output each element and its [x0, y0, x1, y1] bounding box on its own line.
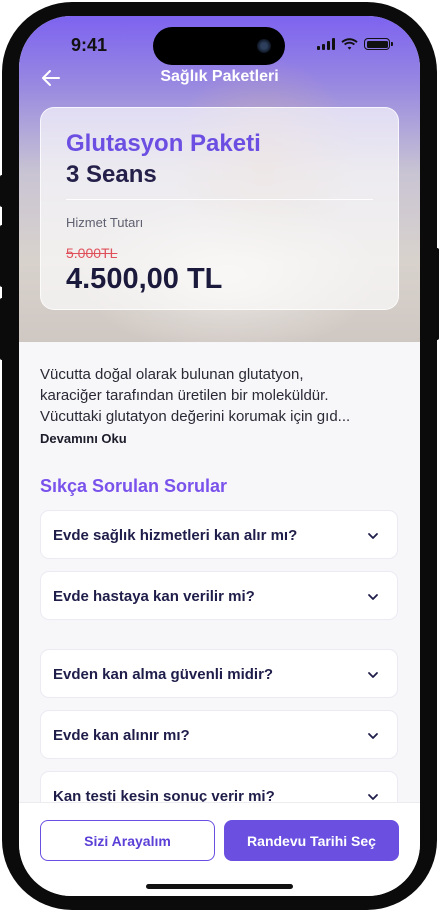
package-description: Vücutta doğal olarak bulunan glutatyon, … — [40, 364, 405, 427]
description-line: Vücutta doğal olarak bulunan glutatyon, — [40, 366, 304, 383]
faq-item[interactable]: Evden kan alma güvenli midir? — [40, 649, 398, 698]
chevron-down-icon — [368, 733, 378, 739]
wifi-icon — [341, 38, 358, 50]
page-title: Sağlık Paketleri — [160, 68, 279, 85]
faq-item[interactable]: Evde sağlık hizmetleri kan alır mı? — [40, 510, 398, 559]
dynamic-island — [153, 27, 285, 65]
package-name: Glutasyon Paketi — [66, 130, 261, 157]
faq-title: Sıkça Sorulan Sorular — [40, 476, 228, 496]
nav-bar: Sağlık Paketleri — [19, 64, 420, 92]
description-line: karaciğer tarafından üretilen bir molekü… — [40, 387, 329, 404]
front-camera-icon — [257, 39, 271, 53]
faq-item[interactable]: Evde hastaya kan verilir mi? — [40, 571, 398, 620]
status-time: 9:41 — [71, 35, 108, 55]
signal-icon — [317, 38, 335, 50]
battery-icon — [364, 38, 393, 50]
faq-item[interactable]: Evde kan alınır mı? — [40, 710, 398, 759]
new-price: 4.500,00 TL — [66, 263, 223, 295]
price-label: Hizmet Tutarı — [66, 215, 144, 230]
home-indicator[interactable] — [146, 884, 293, 889]
chevron-down-icon — [368, 672, 378, 678]
faq-question: Evde kan alınır mı? — [53, 727, 190, 744]
card-divider — [66, 199, 373, 200]
description-line: Vücuttaki glutatyon değerini korumak içi… — [40, 408, 351, 425]
chevron-down-icon — [368, 533, 378, 539]
package-card: Glutasyon Paketi 3 Seans Hizmet Tutarı 5… — [40, 107, 399, 310]
faq-question: Evde sağlık hizmetleri kan alır mı? — [53, 527, 298, 544]
old-price: 5.000TL — [66, 245, 118, 261]
bottom-action-bar: Sizi Arayalım Randevu Tarihi Seç — [19, 802, 420, 896]
chevron-down-icon — [368, 594, 378, 600]
call-me-button[interactable]: Sizi Arayalım — [40, 820, 215, 861]
faq-question: Evden kan alma güvenli midir? — [53, 666, 274, 683]
package-sessions: 3 Seans — [66, 161, 157, 188]
app-screen: 9:41 Sağlık Paketleri Glutasyon Paketi 3… — [19, 16, 420, 896]
status-icons — [317, 38, 393, 50]
faq-question: Evde hastaya kan verilir mi? — [53, 588, 255, 605]
pick-appointment-date-button[interactable]: Randevu Tarihi Seç — [224, 820, 399, 861]
read-more-link[interactable]: Devamını Oku — [40, 431, 127, 446]
